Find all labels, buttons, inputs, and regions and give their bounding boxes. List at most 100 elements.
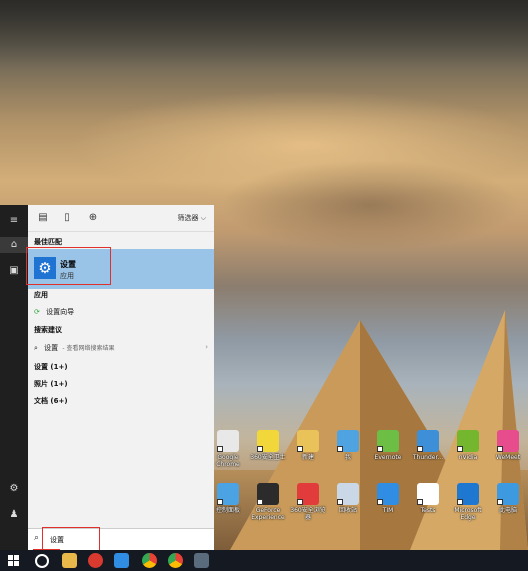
desktop-app-icon	[217, 430, 239, 452]
desktop-icon-label: 控制面板	[215, 507, 240, 514]
desktop-app-icon	[297, 430, 319, 452]
category-settings[interactable]: 设置 (1+)	[34, 362, 68, 372]
desktop-icon-label: 回收站	[338, 507, 357, 514]
app-item-settings-wizard[interactable]: ⟳ 设置向导	[34, 307, 74, 317]
desktop-icon-label: Microsoft Edge	[454, 507, 482, 521]
apps-filter-icon[interactable]: ▤	[36, 211, 50, 225]
filter-bar: ▤ ▯ ⊕ 筛选器 ⌵	[28, 205, 214, 232]
highlight-search-box	[42, 527, 100, 551]
desktop-icon[interactable]: Evernote	[370, 430, 406, 461]
category-documents[interactable]: 文档 (6+)	[34, 396, 68, 406]
suggestion-item[interactable]: ⌕ 设置 - 查看网络搜索结果 ›	[34, 343, 208, 353]
desktop-icon-label: 360安全浏览器	[290, 507, 326, 521]
desktop-icon-label: Evernote	[374, 454, 402, 461]
documents-filter-icon[interactable]: ▯	[60, 211, 74, 225]
desktop-app-icon	[217, 483, 239, 505]
desktop-icon-label: 360安全卫士	[250, 454, 286, 461]
desktop-icon-label: Google Chrome	[216, 454, 240, 468]
home-icon[interactable]: ⌂	[0, 237, 28, 253]
desktop-app-icon	[457, 483, 479, 505]
desktop-app-icon	[377, 430, 399, 452]
hamburger-icon[interactable]: ≡	[6, 213, 22, 229]
desktop-icon[interactable]: Tests	[410, 483, 446, 514]
desktop-icon-label: 此电脑	[498, 507, 517, 514]
category-photos[interactable]: 照片 (1+)	[34, 379, 68, 389]
desktop-icon[interactable]: 360安全浏览器	[290, 483, 326, 521]
shortcut-arrow-icon	[297, 446, 303, 452]
browser-icon[interactable]	[88, 553, 103, 568]
chrome-icon-2[interactable]	[168, 553, 183, 568]
desktop-app-icon	[417, 430, 439, 452]
shortcut-arrow-icon	[377, 499, 383, 505]
desktop-icon[interactable]: TIM	[370, 483, 406, 514]
desktop-icon[interactable]: 此电脑	[490, 483, 526, 514]
desktop-icon[interactable]: nVidia	[450, 430, 486, 461]
chevron-down-icon: ⌵	[200, 214, 206, 222]
desktop-app-icon	[457, 430, 479, 452]
desktop-icon-label: WeMeet	[495, 454, 521, 461]
app-icon[interactable]	[114, 553, 129, 568]
shortcut-arrow-icon	[417, 499, 423, 505]
suggestion-term: 设置	[44, 344, 59, 352]
cortana-icon[interactable]	[35, 554, 49, 568]
shortcut-arrow-icon	[257, 446, 263, 452]
web-filter-icon[interactable]: ⊕	[86, 211, 100, 225]
shortcut-arrow-icon	[457, 446, 463, 452]
desktop-icon-label: TIM	[382, 507, 394, 514]
app-item-label: 设置向导	[46, 308, 75, 316]
desktop-app-icon	[497, 430, 519, 452]
shortcut-arrow-icon	[497, 446, 503, 452]
desktop-icon-label: Tests	[420, 507, 436, 514]
shortcut-arrow-icon	[217, 499, 223, 505]
desktop-app-icon	[337, 430, 359, 452]
desktop-app-icon	[337, 483, 359, 505]
shortcut-arrow-icon	[337, 499, 343, 505]
search-icon: ⌕	[34, 344, 38, 352]
desktop-icon[interactable]: 控制面板	[210, 483, 246, 514]
feedback-icon[interactable]: ♟	[6, 507, 22, 523]
desktop-icon[interactable]: 360安全卫士	[250, 430, 286, 461]
desktop-icon[interactable]: 回收站	[330, 483, 366, 514]
windows-start-icon[interactable]	[8, 555, 19, 566]
search-suggestions-header: 搜索建议	[34, 326, 62, 334]
wizard-icon: ⟳	[34, 308, 40, 316]
highlight-best-match	[26, 247, 111, 285]
desktop-icon[interactable]: 我	[330, 430, 366, 461]
start-rail: ≡ ⌂ ▣ ⚙ ♟	[0, 205, 28, 550]
shortcut-arrow-icon	[417, 446, 423, 452]
shortcut-arrow-icon	[297, 499, 303, 505]
shortcut-arrow-icon	[457, 499, 463, 505]
desktop-app-icon	[257, 430, 279, 452]
desktop-icon[interactable]: Google Chrome	[210, 430, 246, 468]
search-icon: ⌕	[34, 533, 40, 543]
desktop-icon[interactable]: Microsoft Edge	[450, 483, 486, 521]
desktop-icon-label: 我	[344, 454, 351, 461]
shortcut-arrow-icon	[497, 499, 503, 505]
desktop-app-icon	[417, 483, 439, 505]
chrome-icon[interactable]	[142, 553, 157, 568]
desktop-icon-label: GeForce Experience	[251, 507, 285, 521]
shortcut-arrow-icon	[377, 446, 383, 452]
desktop-app-icon	[497, 483, 519, 505]
desktop-icon[interactable]: 新建	[290, 430, 326, 461]
chevron-right-icon: ›	[205, 343, 208, 351]
desktop-icon[interactable]: GeForce Experience	[250, 483, 286, 521]
file-explorer-icon[interactable]	[62, 553, 77, 568]
desktop-icon-label: 新建	[301, 454, 314, 461]
filters-label: 筛选器	[177, 214, 199, 222]
desktop-icon[interactable]: Thunder...	[410, 430, 446, 461]
desktop-app-icon	[377, 483, 399, 505]
save-app-icon[interactable]	[194, 553, 209, 568]
desktop-icon-label: nVidia	[458, 454, 478, 461]
shortcut-arrow-icon	[337, 446, 343, 452]
desktop-app-icon	[297, 483, 319, 505]
desktop-app-icon	[257, 483, 279, 505]
desktop-icon[interactable]: WeMeet	[490, 430, 526, 461]
settings-gear-icon[interactable]: ⚙	[6, 481, 22, 497]
filters-dropdown[interactable]: 筛选器 ⌵	[177, 213, 206, 223]
suggestion-note: - 查看网络搜索结果	[62, 345, 115, 352]
shortcut-arrow-icon	[257, 499, 263, 505]
best-match-header: 最佳匹配	[34, 238, 62, 246]
desktop-icon-label: Thunder...	[412, 454, 444, 461]
notebook-icon[interactable]: ▣	[6, 263, 22, 279]
